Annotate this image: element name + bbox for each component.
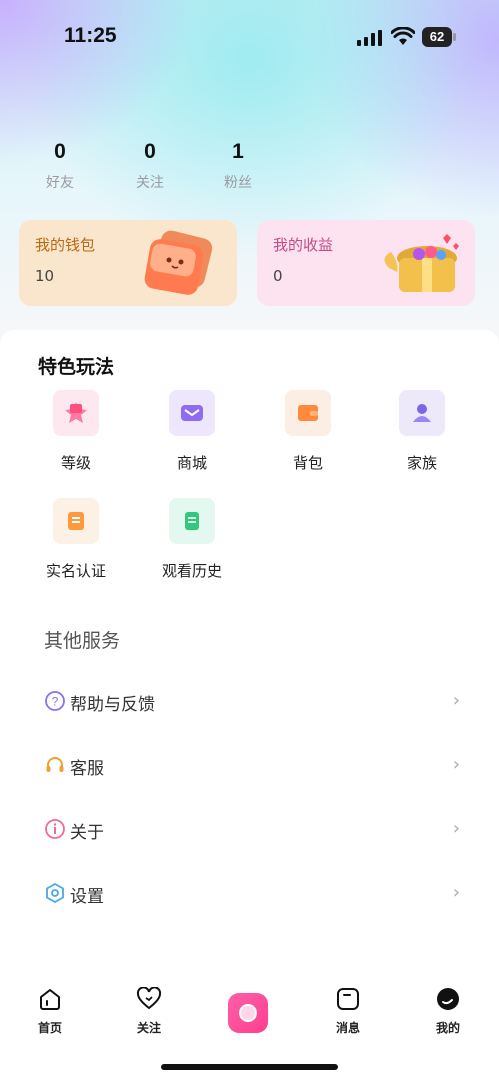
chevron-right-icon: › <box>452 818 460 839</box>
wallet-card[interactable]: 我的钱包 10 <box>19 220 237 306</box>
signal-icon <box>357 30 382 46</box>
stat-label: 好友 <box>46 175 74 191</box>
family-icon <box>399 390 445 436</box>
tab-follow[interactable]: 关注 <box>119 986 179 1036</box>
chevron-right-icon: › <box>452 690 460 711</box>
wallet-balance: 10 <box>35 267 55 285</box>
wifi-icon <box>391 27 415 45</box>
feature-real-name[interactable]: 实名认证 <box>26 498 126 581</box>
stat-following[interactable]: 0 关注 <box>115 140 185 192</box>
service-label: 关于 <box>70 823 104 843</box>
feature-history[interactable]: 观看历史 <box>142 498 242 581</box>
mall-icon <box>169 390 215 436</box>
gift-box-illustration-icon <box>384 234 459 292</box>
battery-icon: 62 <box>422 27 456 47</box>
feature-mall[interactable]: 商城 <box>142 390 242 473</box>
info-icon <box>45 819 65 839</box>
wallet-illustration-icon <box>144 230 213 295</box>
real-name-icon <box>53 498 99 544</box>
profile-icon <box>437 988 459 1010</box>
tab-label: 关注 <box>136 1021 161 1035</box>
income-title: 我的收益 <box>273 236 334 254</box>
tab-messages[interactable]: 消息 <box>318 987 378 1036</box>
tab-profile[interactable]: 我的 <box>418 987 478 1036</box>
backpack-icon <box>285 390 331 436</box>
feature-family[interactable]: 家族 <box>372 390 472 473</box>
feature-label: 观看历史 <box>161 562 222 580</box>
feature-backpack[interactable]: 背包 <box>258 390 358 473</box>
home-icon <box>40 989 60 1010</box>
feature-label: 背包 <box>292 454 323 472</box>
message-icon <box>337 988 359 1010</box>
stat-friends[interactable]: 0 好友 <box>25 140 95 192</box>
tab-label: 我的 <box>435 1021 460 1035</box>
settings-icon <box>46 882 64 904</box>
svg-text:?: ? <box>52 695 59 709</box>
stat-value: 0 <box>144 140 156 163</box>
tab-label: 消息 <box>335 1021 360 1035</box>
feature-label: 商城 <box>176 454 207 472</box>
headset-icon <box>46 757 64 772</box>
history-icon <box>169 498 215 544</box>
service-label: 客服 <box>70 759 104 779</box>
feature-label: 等级 <box>60 454 91 472</box>
battery-level: 62 <box>422 27 452 47</box>
chevron-right-icon: › <box>452 882 460 903</box>
camera-lens <box>239 1004 257 1022</box>
service-row-settings[interactable]: 设置 › <box>44 876 464 910</box>
stat-fans[interactable]: 1 粉丝 <box>203 140 273 192</box>
status-bar: 11:25 62 <box>0 0 499 70</box>
tab-label: 首页 <box>37 1021 62 1035</box>
feature-level[interactable]: 等级 <box>26 390 126 473</box>
heart-icon <box>136 986 162 1010</box>
service-row-about[interactable]: 关于 › <box>44 812 464 846</box>
income-card[interactable]: 我的收益 0 <box>257 220 475 306</box>
stat-value: 1 <box>232 140 244 163</box>
stat-value: 0 <box>54 140 66 163</box>
feature-label: 家族 <box>406 454 437 472</box>
home-indicator[interactable] <box>161 1064 338 1070</box>
features-title: 特色玩法 <box>38 356 115 378</box>
feature-label: 实名认证 <box>45 562 106 580</box>
service-row-help[interactable]: ? 帮助与反馈 › <box>44 684 464 718</box>
camera-icon[interactable] <box>228 993 268 1033</box>
stat-label: 关注 <box>136 175 164 191</box>
services-title: 其他服务 <box>44 630 121 652</box>
help-icon: ? <box>45 691 65 711</box>
service-row-customer-service[interactable]: 客服 › <box>44 748 464 782</box>
service-label: 帮助与反馈 <box>70 695 155 715</box>
stat-label: 粉丝 <box>224 175 252 191</box>
status-time: 11:25 <box>64 24 117 47</box>
tab-home[interactable]: 首页 <box>20 987 80 1036</box>
main-panel: 特色玩法 等级 商城 背包 家族 实名认证 观看历史 其他服务 ? 帮助与反馈 … <box>0 330 499 980</box>
wallet-title: 我的钱包 <box>35 236 96 254</box>
level-icon <box>53 390 99 436</box>
chevron-right-icon: › <box>452 754 460 775</box>
battery-cap <box>453 33 456 41</box>
income-amount: 0 <box>273 267 283 285</box>
service-label: 设置 <box>70 887 104 907</box>
